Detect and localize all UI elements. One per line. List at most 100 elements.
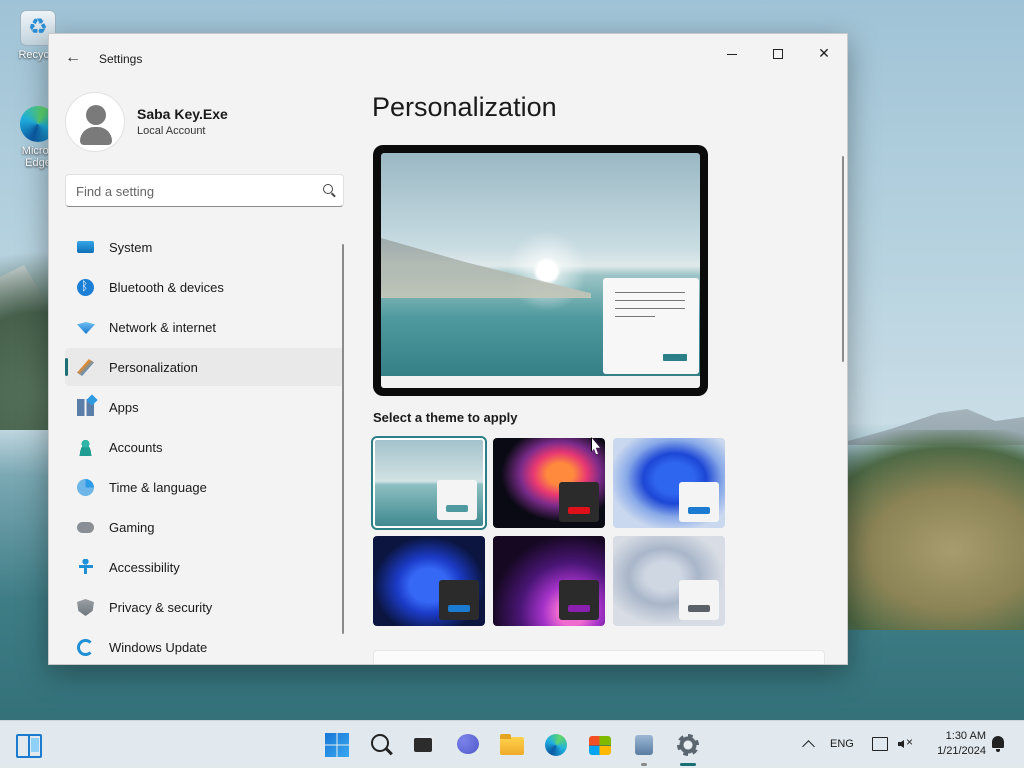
apps-icon	[77, 399, 94, 416]
start-button[interactable]	[323, 731, 351, 759]
theme-accent-swatch	[448, 605, 470, 612]
profile-account-type: Local Account	[137, 125, 206, 137]
preview-line	[615, 308, 685, 309]
preview-line	[615, 316, 655, 317]
accessibility-icon	[77, 559, 94, 576]
show-hidden-icons-button[interactable]	[801, 737, 817, 753]
settings-taskbar-button[interactable]	[674, 731, 702, 759]
accounts-icon	[77, 439, 94, 456]
minimize-icon	[727, 53, 737, 55]
close-icon: ✕	[818, 45, 830, 61]
sidebar-item-label: Windows Update	[109, 640, 208, 655]
theme-tile-sample	[559, 580, 599, 620]
sidebar-item-label: System	[109, 240, 153, 255]
system-icon	[77, 241, 94, 253]
theme-accent-swatch	[446, 505, 468, 512]
theme-accent-swatch	[688, 507, 710, 514]
profile-name: Saba Key.Exe	[137, 106, 228, 122]
running-indicator	[641, 763, 647, 766]
search-input[interactable]	[76, 182, 296, 200]
clock[interactable]: 1:30 AM 1/21/2024	[922, 729, 986, 759]
clock-date: 1/21/2024	[937, 745, 986, 757]
bluetooth-icon	[77, 279, 94, 296]
preview-line	[615, 292, 685, 293]
preview-line	[615, 300, 685, 301]
sidebar-item-apps[interactable]: Apps	[65, 388, 344, 426]
sidebar-item-label: Apps	[109, 400, 139, 415]
theme-accent-swatch	[568, 507, 590, 514]
theme-accent-swatch	[568, 605, 590, 612]
sidebar-item-bluetooth[interactable]: Bluetooth & devices	[65, 268, 344, 306]
theme-tile-sample	[439, 580, 479, 620]
taskbar: ENG 1:30 AM 1/21/2024	[0, 720, 1024, 768]
settings-window: ← Settings ✕ Saba Key.Exe Local Account …	[48, 33, 848, 665]
store-button[interactable]	[586, 731, 614, 759]
network-status-icon[interactable]	[872, 737, 888, 751]
window-title: Settings	[99, 52, 143, 66]
sidebar-item-accessibility[interactable]: Accessibility	[65, 548, 344, 586]
sidebar-item-windows-update[interactable]: Windows Update	[65, 628, 344, 664]
task-view-button[interactable]	[410, 731, 438, 759]
back-button[interactable]: ←	[63, 48, 83, 68]
sidebar-item-personalization[interactable]: Personalization	[65, 348, 344, 386]
sidebar-nav: System Bluetooth & devices Network & int…	[65, 228, 344, 664]
maximize-icon	[773, 49, 783, 60]
volume-muted-icon[interactable]	[898, 735, 914, 751]
language-indicator[interactable]: ENG	[830, 738, 854, 750]
preview-wallpaper-shore	[381, 238, 591, 298]
user-icon-body	[80, 127, 112, 145]
network-icon	[77, 322, 95, 334]
sidebar-item-label: Accounts	[109, 440, 163, 455]
search-icon[interactable]	[323, 184, 333, 194]
sidebar-item-label: Time & language	[109, 480, 207, 495]
theme-tile-windows-light[interactable]	[613, 438, 725, 528]
preview-accent-button	[663, 354, 687, 361]
theme-preview	[373, 145, 708, 396]
maximize-button[interactable]	[755, 38, 801, 68]
preview-window-sample	[603, 278, 699, 374]
theme-section-heading: Select a theme to apply	[373, 410, 518, 425]
minimize-button[interactable]	[709, 38, 755, 68]
theme-tile-glow[interactable]	[493, 438, 605, 528]
theme-tile-windows-dark[interactable]	[373, 536, 485, 626]
sidebar-scrollbar[interactable]	[342, 244, 344, 634]
theme-tile-sample	[679, 580, 719, 620]
sidebar-item-label: Personalization	[109, 360, 198, 375]
file-explorer-button[interactable]	[498, 731, 526, 759]
content-scrollbar[interactable]	[842, 156, 844, 362]
avatar[interactable]	[65, 92, 125, 152]
search-box[interactable]	[65, 174, 344, 207]
sidebar-item-label: Bluetooth & devices	[109, 280, 224, 295]
theme-tile-sample	[437, 480, 477, 520]
page-title: Personalization	[372, 92, 557, 122]
widgets-button[interactable]	[14, 731, 42, 759]
notification-bell-icon[interactable]	[990, 736, 1006, 752]
taskbar-search-button[interactable]	[367, 731, 395, 759]
shield-icon	[77, 599, 94, 616]
gamepad-icon	[77, 522, 94, 533]
paintbrush-icon	[77, 359, 94, 376]
sidebar-item-privacy[interactable]: Privacy & security	[65, 588, 344, 626]
title-bar: ← Settings ✕	[49, 34, 847, 82]
active-indicator	[680, 763, 696, 766]
settings-card[interactable]	[373, 650, 825, 664]
edge-button[interactable]	[542, 731, 570, 759]
clock-time: 1:30 AM	[945, 730, 986, 742]
sidebar-item-system[interactable]: System	[65, 228, 344, 266]
theme-tile-light-spotlight[interactable]	[371, 436, 487, 530]
preview-taskbar	[381, 376, 700, 388]
pinned-app-button[interactable]	[630, 731, 658, 759]
sidebar-item-label: Network & internet	[109, 320, 216, 335]
sidebar-item-time-language[interactable]: Time & language	[65, 468, 344, 506]
sidebar-item-label: Gaming	[109, 520, 155, 535]
user-icon-head	[86, 105, 106, 125]
theme-tile-captured-motion[interactable]	[493, 536, 605, 626]
sidebar-item-gaming[interactable]: Gaming	[65, 508, 344, 546]
close-button[interactable]: ✕	[801, 38, 847, 68]
theme-tile-flow[interactable]	[613, 536, 725, 626]
sidebar-item-network[interactable]: Network & internet	[65, 308, 344, 346]
chat-button[interactable]	[454, 731, 482, 759]
sidebar-item-accounts[interactable]: Accounts	[65, 428, 344, 466]
theme-tile-sample	[679, 482, 719, 522]
sidebar-item-label: Privacy & security	[109, 600, 213, 615]
